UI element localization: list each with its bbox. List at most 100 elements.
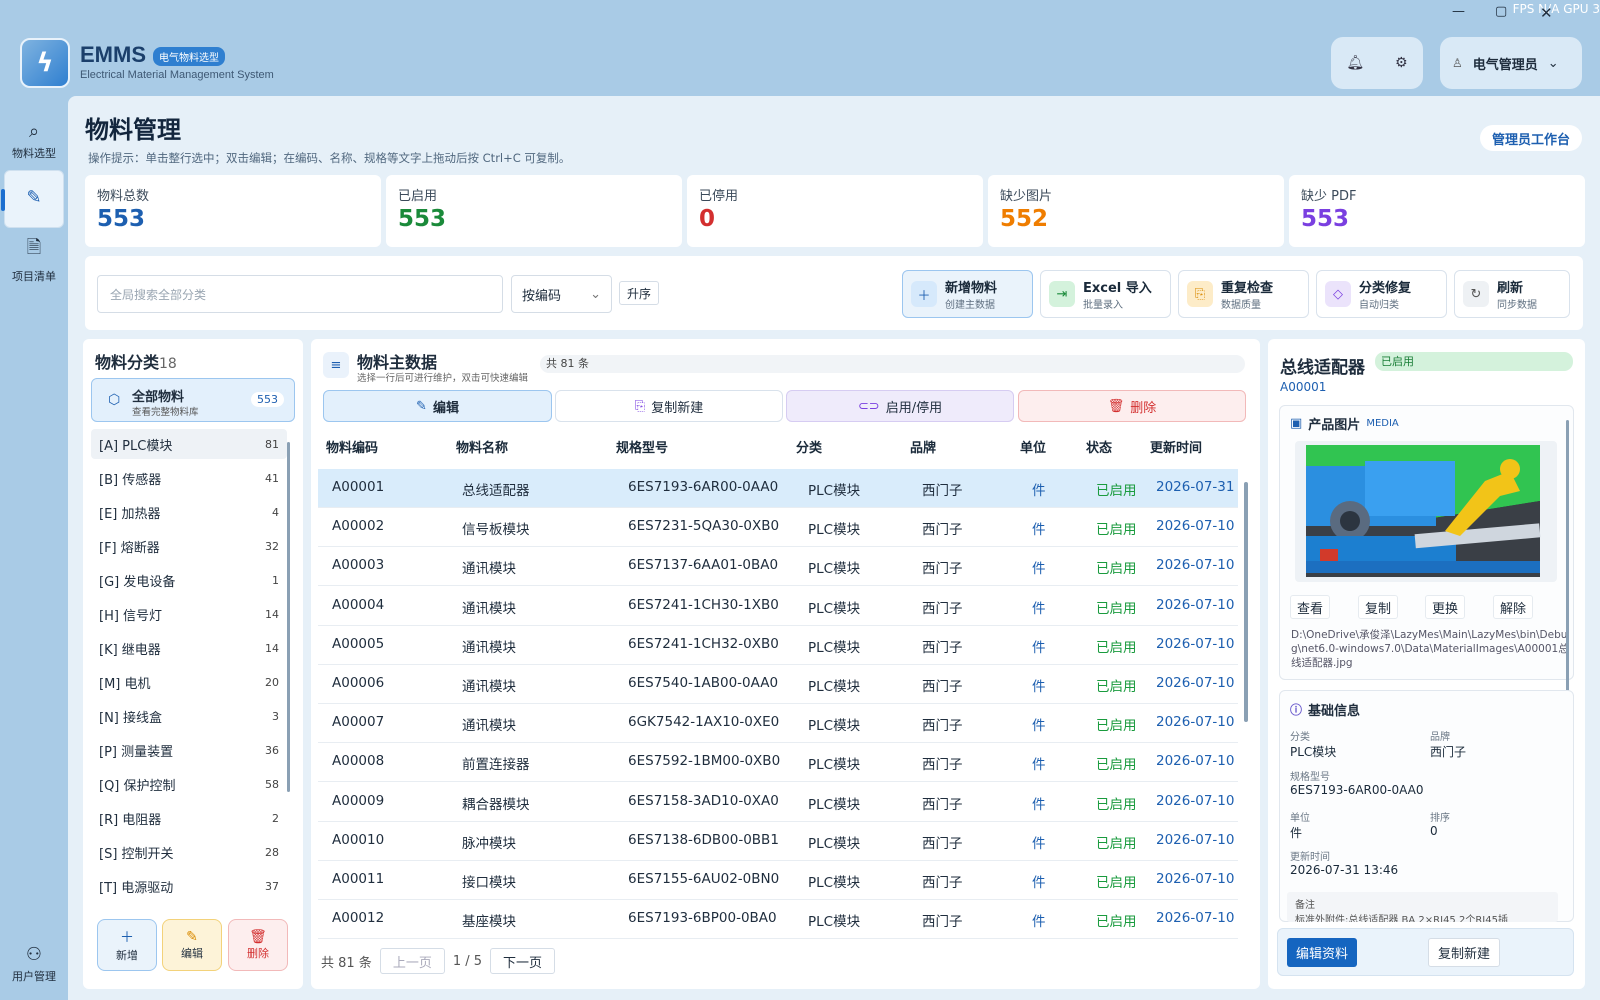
category-item[interactable]: [N] 接线盒 3 bbox=[91, 701, 287, 731]
search-input[interactable]: 全局搜索全部分类 bbox=[97, 275, 503, 313]
cell-spec: 6ES7241-1CH30-1XB0 bbox=[628, 596, 779, 613]
sort-select-value: 按编码 bbox=[522, 288, 562, 304]
category-all[interactable]: ⬡ 全部物料 查看完整物料库 553 bbox=[91, 378, 295, 422]
sort-select[interactable]: 按编码 ⌄ bbox=[511, 275, 612, 313]
next-page-button[interactable]: 下一页 bbox=[490, 948, 556, 974]
stat-value: 552 bbox=[1000, 206, 1049, 232]
field-remark: 标准外附件:总线适配器 BA 2×RJ45 2个RJ45插 bbox=[1295, 915, 1508, 922]
close-button[interactable]: ✕ bbox=[1540, 4, 1553, 22]
delete-button[interactable]: 🗑︎ 删除 bbox=[1018, 390, 1246, 422]
toggle-status-button[interactable]: ⊂⊃ 启用/停用 bbox=[786, 390, 1014, 422]
edit-button[interactable]: ✎ 编辑 bbox=[323, 390, 552, 422]
page-hint: 操作提示：单击整行选中；双击编辑；在编码、名称、规格等文字上拖动后按 Ctrl+… bbox=[88, 151, 571, 165]
category-item[interactable]: [P] 测量装置 36 bbox=[91, 735, 287, 765]
cell-code: A00001 bbox=[332, 479, 385, 495]
sidebar-item-projects[interactable]: 🗎︎ 项目清单 bbox=[4, 230, 64, 288]
category-add-label: 新增 bbox=[116, 949, 138, 962]
category-delete-label: 删除 bbox=[247, 947, 269, 960]
table-row[interactable]: A00004 通讯模块 6ES7241-1CH30-1XB0 PLC模块 西门子 件 已启用… bbox=[318, 587, 1238, 626]
admin-workbench-button[interactable]: 管理员工作台 bbox=[1480, 125, 1582, 151]
image-unlink-button[interactable]: 解除 bbox=[1493, 595, 1533, 619]
column-header[interactable]: 状态 bbox=[1086, 437, 1112, 456]
category-item[interactable]: [B] 传感器 41 bbox=[91, 463, 287, 493]
cell-unit: 件 bbox=[1032, 796, 1046, 813]
column-header[interactable]: 更新时间 bbox=[1150, 437, 1202, 456]
copy-new-detail-button[interactable]: 复制新建 bbox=[1428, 938, 1500, 967]
user-menu[interactable]: ♙ 电气管理员 ⌄ bbox=[1440, 37, 1582, 89]
sidebar-item-selection[interactable]: ⌕ 物料选型 bbox=[4, 112, 64, 170]
category-item[interactable]: [Q] 保护控制 58 bbox=[91, 769, 287, 799]
column-header[interactable]: 单位 bbox=[1020, 437, 1046, 456]
category-item[interactable]: [M] 电机 20 bbox=[91, 667, 287, 697]
image-replace-button[interactable]: 更换 bbox=[1425, 595, 1465, 619]
category-panel-title: 物料分类18 bbox=[95, 349, 177, 373]
column-header[interactable]: 品牌 bbox=[910, 437, 936, 456]
copy-new-button[interactable]: ⎘ 复制新建 bbox=[555, 390, 783, 422]
cell-updated: 2026-07-10 bbox=[1156, 596, 1235, 613]
table-row[interactable]: A00005 通讯模块 6ES7241-1CH32-0XB0 PLC模块 西门子 件 已启用… bbox=[318, 626, 1238, 665]
category-scrollbar[interactable] bbox=[287, 442, 290, 792]
image-copy-button[interactable]: 复制 bbox=[1358, 595, 1398, 619]
excel-import-button[interactable]: ⇥ Excel 导入 批量录入 bbox=[1040, 270, 1171, 318]
category-edit-button[interactable]: ✎ 编辑 bbox=[162, 919, 222, 971]
table-row[interactable]: A00002 信号板模块 6ES7231-5QA30-0XB0 PLC模块 西门子 件 已启… bbox=[318, 508, 1238, 548]
gear-icon[interactable]: ⚙ bbox=[1395, 55, 1408, 71]
table-scrollbar[interactable] bbox=[1244, 482, 1248, 722]
toolbar-button-sub: 自动归类 bbox=[1359, 300, 1399, 311]
maximize-button[interactable]: ▢ bbox=[1495, 4, 1507, 19]
table-row[interactable]: A00012 基座模块 6ES7193-6BP00-0BA0 PLC模块 西门子 件 已启用… bbox=[318, 900, 1238, 940]
category-item[interactable]: [G] 发电设备 1 bbox=[91, 565, 287, 595]
stat-label: 已启用 bbox=[398, 189, 438, 204]
refresh-button[interactable]: ↻ 刷新 同步数据 bbox=[1454, 270, 1570, 318]
info-card bbox=[1279, 690, 1574, 922]
toggle-status-button-label: 启用/停用 bbox=[885, 400, 943, 416]
document-icon: 🗎︎ bbox=[26, 236, 42, 258]
cell-status: 已启用 bbox=[1096, 835, 1137, 852]
add-material-button[interactable]: ＋ 新增物料 创建主数据 bbox=[902, 270, 1033, 318]
duplicate-check-button[interactable]: ⎘ 重复检查 数据质量 bbox=[1178, 270, 1309, 318]
column-header[interactable]: 规格型号 bbox=[616, 437, 668, 456]
bell-icon[interactable]: 🔔︎ bbox=[1346, 55, 1364, 71]
table-row[interactable]: A00007 通讯模块 6GK7542-1AX10-0XE0 PLC模块 西门子 件 已启用… bbox=[318, 704, 1238, 744]
minimize-button[interactable]: — bbox=[1452, 4, 1465, 19]
cell-status: 已启用 bbox=[1096, 522, 1137, 539]
table-row[interactable]: A00009 耦合器模块 6ES7158-3AD10-0XA0 PLC模块 西门子 件 已启… bbox=[318, 783, 1238, 822]
category-item[interactable]: [K] 继电器 14 bbox=[91, 633, 287, 663]
image-view-button[interactable]: 查看 bbox=[1290, 595, 1330, 619]
category-item[interactable]: [T] 电源驱动 37 bbox=[91, 871, 287, 901]
table-row[interactable]: A00006 通讯模块 6ES7540-1AB00-0AA0 PLC模块 西门子 件 已启用… bbox=[318, 665, 1238, 704]
category-add-button[interactable]: ＋ 新增 bbox=[97, 919, 157, 971]
cell-status: 已启用 bbox=[1096, 679, 1137, 695]
chevron-down-icon: ⌄ bbox=[1547, 55, 1559, 71]
table-row[interactable]: A00011 接口模块 6ES7155-6AU02-0BN0 PLC模块 西门子 件 已启用… bbox=[318, 861, 1238, 900]
sidebar-item-label: 项目清单 bbox=[12, 269, 56, 283]
table-row[interactable]: A00003 通讯模块 6ES7137-6AA01-0BA0 PLC模块 西门子 件 已启用… bbox=[318, 547, 1238, 587]
cell-unit: 件 bbox=[1032, 835, 1046, 852]
column-header[interactable]: 物料名称 bbox=[456, 437, 508, 456]
category-item[interactable]: [R] 电阻器 2 bbox=[91, 803, 287, 833]
category-item[interactable]: [H] 信号灯 14 bbox=[91, 599, 287, 629]
category-fix-button[interactable]: ◇ 分类修复 自动归类 bbox=[1316, 270, 1447, 318]
product-image[interactable] bbox=[1295, 441, 1557, 582]
table-row[interactable]: A00001 总线适配器 6ES7193-6AR00-0AA0 PLC模块 西门子 件 已启… bbox=[318, 469, 1238, 508]
column-header[interactable]: 分类 bbox=[796, 437, 822, 456]
cell-updated: 2026-07-10 bbox=[1156, 871, 1235, 887]
detail-code: A00001 bbox=[1280, 380, 1327, 394]
cell-category: PLC模块 bbox=[808, 875, 861, 891]
table-row[interactable]: A00008 前置连接器 6ES7592-1BM00-0XB0 PLC模块 西门子 件 已启… bbox=[318, 743, 1238, 783]
pencil-icon: ✎ bbox=[416, 398, 427, 414]
edit-detail-button[interactable]: 编辑资料 bbox=[1287, 938, 1357, 967]
category-item[interactable]: [F] 熔断器 32 bbox=[91, 531, 287, 561]
category-item[interactable]: [S] 控制开关 28 bbox=[91, 837, 287, 867]
category-item[interactable]: [E] 加热器 4 bbox=[91, 497, 287, 527]
sort-order-button[interactable]: 升序 bbox=[619, 281, 659, 305]
cell-name: 通讯模块 bbox=[462, 600, 516, 617]
prev-page-button[interactable]: 上一页 bbox=[379, 948, 445, 974]
sidebar-item-users[interactable]: ⚇ 用户管理 bbox=[4, 935, 64, 993]
sidebar-item-materials[interactable]: ✎ bbox=[1, 170, 64, 228]
cell-updated: 2026-07-10 bbox=[1156, 635, 1235, 652]
category-delete-button[interactable]: 🗑︎ 删除 bbox=[228, 919, 288, 971]
column-header[interactable]: 物料编码 bbox=[326, 437, 378, 456]
table-row[interactable]: A00010 脉冲模块 6ES7138-6DB00-0BB1 PLC模块 西门子 件 已启用… bbox=[318, 822, 1238, 861]
category-item[interactable]: [A] PLC模块 81 bbox=[91, 429, 287, 459]
